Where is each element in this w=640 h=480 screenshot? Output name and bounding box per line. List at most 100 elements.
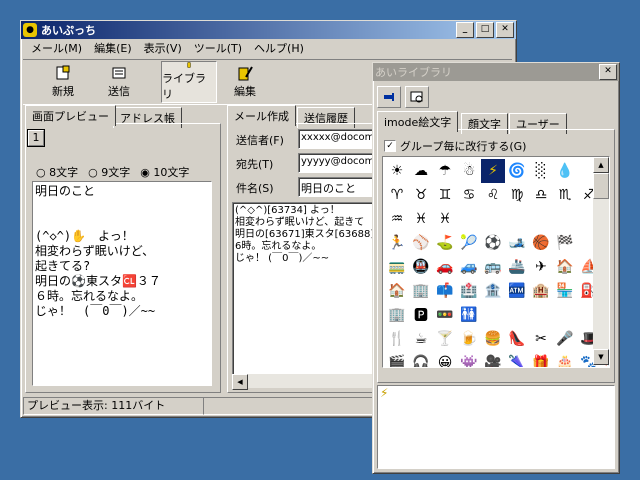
emoji-cell[interactable]: ⚾ — [409, 231, 433, 255]
emoji-cell[interactable]: 🏠 — [385, 279, 409, 303]
scroll-thumb[interactable] — [593, 173, 609, 199]
emoji-cell[interactable]: 😀 — [433, 351, 457, 367]
emoji-cell[interactable]: 👠 — [505, 327, 529, 351]
emoji-cell[interactable]: 🏢 — [409, 279, 433, 303]
emoji-cell[interactable]: ☂ — [433, 159, 457, 183]
tab-imode-emoji[interactable]: imode絵文字 — [377, 111, 459, 132]
emoji-cell[interactable]: ♌ — [481, 183, 505, 207]
menu-view[interactable]: 表示(V) — [138, 40, 188, 56]
emoji-cell[interactable]: ☁ — [409, 159, 433, 183]
emoji-cell[interactable]: 🎥 — [481, 351, 505, 367]
preview-window-button[interactable] — [405, 86, 429, 108]
emoji-cell[interactable]: 🎤 — [553, 327, 577, 351]
emoji-cell[interactable]: 🏪 — [553, 279, 577, 303]
tab-compose-mail[interactable]: メール作成 — [227, 105, 296, 126]
emoji-cell[interactable]: 🏠 — [553, 255, 577, 279]
emoji-cell[interactable]: ⛳ — [433, 231, 457, 255]
emoji-cell[interactable]: 🚻 — [457, 303, 481, 327]
emoji-cell[interactable]: ░ — [529, 159, 553, 183]
library-titlebar[interactable]: あいライブラリ ✕ — [373, 63, 619, 81]
emoji-cell[interactable]: 🌀 — [505, 159, 529, 183]
emoji-cell[interactable]: 🏦 — [481, 279, 505, 303]
scroll-left-button[interactable]: ◀ — [232, 374, 248, 390]
emoji-cell[interactable]: 🅿 — [409, 303, 433, 327]
char-option-10[interactable]: ◉ 10文字 — [140, 164, 189, 180]
emoji-cell[interactable]: 🍴 — [385, 327, 409, 351]
emoji-cell[interactable]: ♈ — [385, 183, 409, 207]
checkbox-box[interactable]: ✓ — [384, 140, 396, 152]
char-option-8[interactable]: ○ 8文字 — [36, 164, 78, 180]
pin-button[interactable] — [377, 86, 401, 108]
emoji-cell[interactable]: ♏ — [553, 183, 577, 207]
menu-tools[interactable]: ツール(T) — [188, 40, 248, 56]
emoji-cell[interactable]: 🏧 — [505, 279, 529, 303]
scroll-down-button[interactable]: ▼ — [593, 349, 609, 365]
emoji-cell[interactable]: 🚗 — [433, 255, 457, 279]
char-option-8-label: 8文字 — [49, 166, 79, 179]
emoji-cell[interactable]: ☀ — [385, 159, 409, 183]
emoji-cell[interactable]: ♍ — [505, 183, 529, 207]
page-number-button[interactable]: 1 — [28, 130, 44, 146]
emoji-cell[interactable]: 🍔 — [481, 327, 505, 351]
emoji-cell[interactable]: 🏨 — [529, 279, 553, 303]
emoji-cell[interactable]: ♊ — [433, 183, 457, 207]
emoji-cell[interactable]: 🍸 — [433, 327, 457, 351]
menu-mail[interactable]: メール(M) — [25, 40, 88, 56]
emoji-cell[interactable]: 🎁 — [529, 351, 553, 367]
maximize-button[interactable]: □ — [476, 22, 494, 38]
emoji-cell[interactable]: 📫 — [433, 279, 457, 303]
emoji-cell[interactable]: ♉ — [409, 183, 433, 207]
emoji-cell[interactable]: 🚥 — [433, 303, 457, 327]
emoji-cell[interactable]: 🚃 — [385, 255, 409, 279]
emoji-cell[interactable]: 🎬 — [385, 351, 409, 367]
emoji-cell[interactable]: 🏃 — [385, 231, 409, 255]
emoji-cell[interactable]: ♓ — [409, 207, 433, 231]
emoji-grid-frame: ☀☁☂☃⚡🌀░💧♈♉♊♋♌♍♎♏♐♑♒♓♓🏃⚾⛳🎾⚽🎿🏀🏁🚃🚇🚗🚙🚌🚢✈🏠⛵🏢🏠… — [382, 156, 610, 368]
library-panel: ✓ グループ毎に改行する(G) ☀☁☂☃⚡🌀░💧♈♉♊♋♌♍♎♏♐♑♒♓♓🏃⚾⛳… — [377, 129, 615, 383]
menu-edit[interactable]: 編集(E) — [88, 40, 138, 56]
emoji-cell[interactable]: 💧 — [553, 159, 577, 183]
emoji-cell[interactable]: 🏀 — [529, 231, 553, 255]
library-close-button[interactable]: ✕ — [599, 64, 617, 80]
emoji-cell[interactable]: 🏥 — [457, 279, 481, 303]
emoji-cell[interactable]: ♒ — [385, 207, 409, 231]
edit-button[interactable]: 編集 — [221, 63, 269, 101]
tab-screen-preview[interactable]: 画面プレビュー — [25, 105, 116, 126]
emoji-cell[interactable]: 🍺 — [457, 327, 481, 351]
send-button[interactable]: 送信 — [95, 63, 143, 101]
emoji-cell[interactable]: ⚡ — [481, 159, 505, 183]
char-option-9[interactable]: ○ 9文字 — [88, 164, 130, 180]
emoji-cell[interactable]: 🏢 — [385, 303, 409, 327]
close-button[interactable]: ✕ — [496, 22, 514, 38]
emoji-cell[interactable]: ♓ — [433, 207, 457, 231]
emoji-cell[interactable]: 🚢 — [505, 255, 529, 279]
group-newline-checkbox[interactable]: ✓ グループ毎に改行する(G) — [384, 138, 526, 154]
new-label: 新規 — [52, 85, 74, 98]
emoji-cell[interactable]: ♎ — [529, 183, 553, 207]
emoji-cell[interactable]: 🚙 — [457, 255, 481, 279]
menu-help[interactable]: ヘルプ(H) — [248, 40, 310, 56]
status-text: プレビュー表示: 111バイト — [27, 399, 166, 412]
emoji-cell[interactable]: 🎿 — [505, 231, 529, 255]
emoji-cell[interactable]: 🚌 — [481, 255, 505, 279]
emoji-scrollbar[interactable]: ▲ ▼ — [593, 157, 609, 365]
preview-line: 明日の⚽東スタ🆑３７ — [35, 274, 161, 288]
emoji-cell[interactable]: ♋ — [457, 183, 481, 207]
emoji-cell[interactable]: 🎧 — [409, 351, 433, 367]
new-button[interactable]: 新規 — [39, 63, 87, 101]
emoji-cell[interactable]: ✈ — [529, 255, 553, 279]
emoji-cell[interactable]: ✂ — [529, 327, 553, 351]
emoji-cell[interactable]: ⚽ — [481, 231, 505, 255]
emoji-cell[interactable]: 🏁 — [553, 231, 577, 255]
emoji-cell[interactable]: 🌂 — [505, 351, 529, 367]
emoji-cell[interactable]: 🎂 — [553, 351, 577, 367]
emoji-cell[interactable]: 👾 — [457, 351, 481, 367]
emoji-cell[interactable]: ☕ — [409, 327, 433, 351]
emoji-cell[interactable]: 🚇 — [409, 255, 433, 279]
scroll-up-button[interactable]: ▲ — [593, 157, 609, 173]
main-titlebar[interactable]: ● あいぷっち _ □ ✕ — [21, 21, 516, 39]
emoji-cell[interactable]: ☃ — [457, 159, 481, 183]
library-button[interactable]: ライブラリ — [161, 61, 217, 103]
minimize-button[interactable]: _ — [456, 22, 474, 38]
emoji-cell[interactable]: 🎾 — [457, 231, 481, 255]
